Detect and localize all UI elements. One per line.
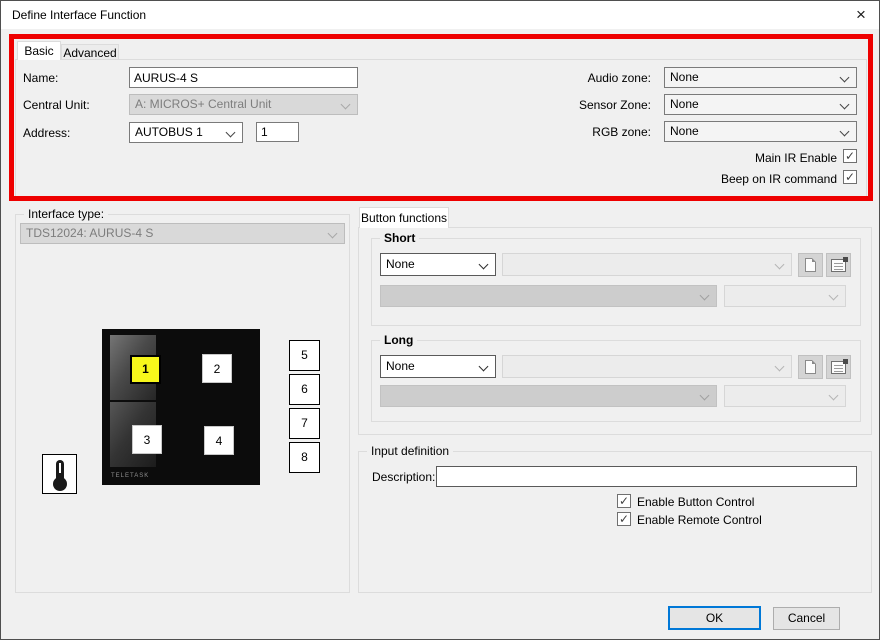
new-document-icon: [805, 360, 816, 374]
long-function-combobox[interactable]: None: [380, 355, 496, 378]
long-param2-combobox: [724, 385, 846, 407]
enable-button-control-label: Enable Button Control: [637, 495, 755, 509]
beep-ir-label: Beep on IR command: [720, 172, 837, 186]
long-properties-button: [826, 355, 851, 379]
name-input[interactable]: [129, 67, 358, 88]
chevron-down-icon: [839, 99, 850, 110]
tab-button-functions[interactable]: Button functions: [359, 207, 449, 228]
properties-icon: [831, 359, 848, 374]
chevron-down-icon: [225, 127, 236, 138]
main-ir-enable-label: Main IR Enable: [754, 151, 837, 165]
chevron-down-icon: [774, 361, 785, 372]
address-number-input[interactable]: [256, 122, 299, 142]
device-button-6[interactable]: 6: [289, 374, 320, 405]
dialog-define-interface-function: Define Interface Function × Basic Advanc…: [0, 0, 880, 640]
chevron-down-icon: [699, 290, 710, 301]
chevron-down-icon: [699, 390, 710, 401]
description-label: Description:: [372, 470, 436, 484]
address-label: Address:: [23, 126, 71, 140]
close-icon[interactable]: ×: [848, 4, 874, 26]
long-param1-combobox: [380, 385, 717, 407]
chevron-down-icon: [327, 228, 338, 239]
long-caption: Long: [380, 333, 418, 347]
name-label: Name:: [23, 71, 59, 85]
ok-button[interactable]: OK: [668, 606, 761, 630]
rgb-zone-label: RGB zone:: [592, 125, 651, 139]
cancel-button[interactable]: Cancel: [773, 607, 840, 630]
enable-button-control-checkbox[interactable]: [617, 494, 631, 508]
chevron-down-icon: [839, 126, 850, 137]
short-new-button: [798, 253, 823, 277]
title-bar: Define Interface Function ×: [1, 1, 879, 29]
device-brand: TELETASK: [111, 473, 150, 479]
sensor-zone-label: Sensor Zone:: [578, 98, 651, 112]
tab-advanced[interactable]: Advanced: [61, 44, 119, 60]
chevron-down-icon: [478, 361, 489, 372]
device-button-4[interactable]: 4: [204, 426, 234, 455]
central-unit-label: Central Unit:: [23, 98, 90, 112]
enable-remote-control-label: Enable Remote Control: [637, 513, 762, 527]
chevron-down-icon: [828, 390, 839, 401]
chevron-down-icon: [839, 72, 850, 83]
description-input[interactable]: [436, 466, 857, 487]
dialog-title: Define Interface Function: [12, 8, 147, 22]
input-definition-caption: Input definition: [367, 444, 454, 458]
device-button-3[interactable]: 3: [132, 425, 162, 454]
interface-type-caption: Interface type:: [24, 207, 109, 221]
chevron-down-icon: [478, 259, 489, 270]
long-target-combobox: [502, 355, 792, 378]
short-press-group: Short None: [371, 231, 861, 326]
beep-ir-checkbox[interactable]: [843, 170, 857, 184]
audio-zone-label: Audio zone:: [587, 71, 651, 85]
main-ir-enable-checkbox[interactable]: [843, 149, 857, 163]
chevron-down-icon: [340, 99, 351, 110]
interface-type-group: Interface type: TDS12024: AURUS-4 S TELE…: [15, 207, 350, 593]
audio-zone-combobox[interactable]: None: [664, 67, 857, 88]
chevron-down-icon: [774, 259, 785, 270]
rgb-zone-combobox[interactable]: None: [664, 121, 857, 142]
short-caption: Short: [380, 231, 420, 245]
sensor-zone-combobox[interactable]: None: [664, 94, 857, 115]
short-function-combobox[interactable]: None: [380, 253, 496, 276]
properties-icon: [831, 257, 848, 272]
short-param2-combobox: [724, 285, 846, 307]
temperature-sensor-button[interactable]: [42, 454, 77, 494]
device-button-8[interactable]: 8: [289, 442, 320, 473]
device-button-5[interactable]: 5: [289, 340, 320, 371]
tab-basic[interactable]: Basic: [17, 41, 61, 60]
long-new-button: [798, 355, 823, 379]
short-properties-button: [826, 253, 851, 277]
interface-type-combobox: TDS12024: AURUS-4 S: [20, 223, 345, 244]
chevron-down-icon: [828, 290, 839, 301]
device-button-2[interactable]: 2: [202, 354, 232, 383]
enable-remote-control-checkbox[interactable]: [617, 512, 631, 526]
input-definition-group: Input definition Description: Enable But…: [358, 444, 872, 593]
device-button-7[interactable]: 7: [289, 408, 320, 439]
device-preview: TELETASK 1 2 3 4: [102, 329, 260, 485]
long-press-group: Long None: [371, 333, 861, 422]
new-document-icon: [805, 258, 816, 272]
central-unit-combobox: A: MICROS+ Central Unit: [129, 94, 358, 115]
short-target-combobox: [502, 253, 792, 276]
address-bus-combobox[interactable]: AUTOBUS 1: [129, 122, 243, 143]
device-button-1[interactable]: 1: [130, 355, 161, 384]
short-param1-combobox: [380, 285, 717, 307]
